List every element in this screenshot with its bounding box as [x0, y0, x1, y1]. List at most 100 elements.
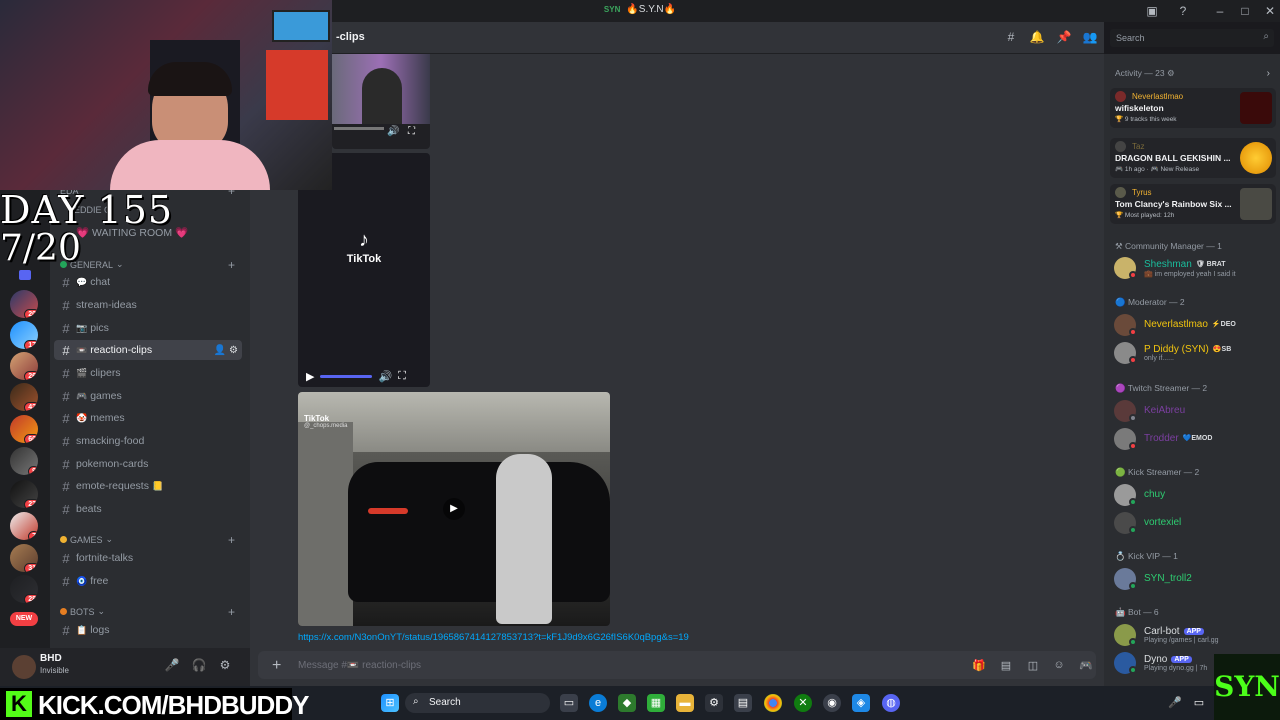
activity-card[interactable]: Neverlastlmao wifiskeleton 🏆 9 tracks th…	[1110, 88, 1276, 128]
taskbar-search[interactable]: ⌕ Search	[405, 693, 550, 713]
member-item[interactable]: Neverlastlmao ⚡DEO	[1114, 313, 1274, 337]
channel-smacking-food[interactable]: # smacking-food	[54, 431, 242, 451]
search-input[interactable]: Search ⌕	[1110, 29, 1274, 47]
server-badge: 17	[24, 340, 38, 349]
server-icon[interactable]: 42	[10, 383, 38, 411]
video-embed-partial[interactable]: 🔊 ⛶	[332, 54, 430, 149]
channel-reaction-clips[interactable]: # 📼 reaction-clips 👤 ⚙	[54, 340, 242, 360]
display-icon[interactable]: ▭	[1190, 694, 1208, 712]
discord-icon[interactable]: ◍	[882, 694, 900, 712]
file-explorer-icon[interactable]: ▬	[676, 694, 694, 712]
member-item[interactable]: chuy	[1114, 483, 1274, 507]
member-list-icon[interactable]: 👥	[1082, 30, 1098, 46]
xbox-icon[interactable]: ✕	[794, 694, 812, 712]
message-list[interactable]: 🔊 ⛶ ♪ TikTok ▶ 🔊 ⛶ TikTok @_chops.media …	[250, 54, 1104, 648]
server-icon[interactable]: 60	[10, 415, 38, 443]
progress-bar[interactable]	[334, 127, 384, 130]
emoji-icon[interactable]: ☺	[1052, 659, 1066, 673]
edge-icon[interactable]: e	[589, 694, 607, 712]
gear-icon[interactable]: ⚙	[229, 345, 238, 356]
add-channel-icon[interactable]: +	[228, 258, 235, 272]
server-icon[interactable]: 22	[10, 480, 38, 508]
fullscreen-icon[interactable]: ⛶	[398, 370, 406, 383]
channel-fortnite-talks[interactable]: # fortnite-talks	[54, 548, 242, 568]
volume-icon[interactable]: 🔊	[378, 370, 392, 383]
gif-icon[interactable]: ▤	[999, 659, 1013, 673]
gear-icon[interactable]: ⚙	[1167, 68, 1175, 78]
chrome-icon[interactable]	[764, 694, 782, 712]
windows-start-icon[interactable]: ⊞	[381, 694, 399, 712]
sticker-icon[interactable]: ◫	[1026, 659, 1040, 673]
server-icon[interactable]: 7	[10, 512, 38, 540]
channel-emoji: 💬	[76, 276, 88, 287]
add-attachment-icon[interactable]: +	[272, 657, 281, 675]
microphone-icon[interactable]: 🎤	[1166, 694, 1184, 712]
pin-icon[interactable]: 📌	[1056, 30, 1072, 46]
username[interactable]: BHD	[40, 653, 62, 664]
fullscreen-icon[interactable]: ⛶	[408, 126, 415, 137]
channel-logs[interactable]: # 📋 logs	[54, 620, 242, 640]
gift-icon[interactable]: 🎁	[972, 659, 986, 673]
discord-app: SYN 🔥S.Y.N🔥 ▣ ? – □ ✕ 20 17 26 42 60 9 22…	[0, 0, 1280, 720]
inbox-icon[interactable]: ▣	[1144, 3, 1160, 19]
chevron-right-icon[interactable]: ›	[1267, 68, 1270, 79]
channel-memes[interactable]: # 🤡 memes	[54, 408, 242, 428]
video-embed[interactable]: TikTok @_chops.media ▶	[298, 392, 610, 626]
server-icon[interactable]: 31	[10, 544, 38, 572]
play-icon[interactable]: ▶	[306, 370, 314, 383]
member-item[interactable]: KeiAbreu	[1114, 399, 1274, 423]
volume-icon[interactable]: 🔊	[387, 126, 399, 137]
activity-card[interactable]: Taz DRAGON BALL GEKISHIN ... 🎮 1h ago · …	[1110, 138, 1276, 178]
member-item[interactable]: Carl-bot APP Playing /games | carl.gg	[1114, 623, 1274, 647]
close-button[interactable]: ✕	[1262, 3, 1278, 19]
category-bots[interactable]: BOTS ⌄ +	[60, 605, 235, 619]
channel-chat[interactable]: # 💬 chat	[54, 272, 242, 292]
nvidia-icon[interactable]: ◆	[618, 694, 636, 712]
add-channel-icon[interactable]: +	[228, 605, 235, 619]
settings-gear-icon[interactable]: ⚙	[705, 694, 723, 712]
server-icon[interactable]: 20	[10, 290, 38, 318]
play-button[interactable]: ▶	[443, 498, 465, 520]
role-header: 💍 Kick VIP — 1	[1115, 551, 1178, 561]
channel-free[interactable]: # 🧿 free	[54, 571, 242, 591]
server-icon[interactable]: 26	[10, 352, 38, 380]
channel-pics[interactable]: # 📷 pics	[54, 318, 242, 338]
obs-icon[interactable]: ◉	[823, 694, 841, 712]
member-item[interactable]: SYN_troll2	[1114, 567, 1274, 591]
server-icon[interactable]: 9	[10, 447, 38, 475]
message-input[interactable]: + Message #📼 reaction-clips 🎁 ▤ ◫ ☺ 🎮	[258, 651, 1096, 679]
threads-icon[interactable]: #	[1003, 30, 1019, 46]
spreadsheet-icon[interactable]: ▦	[647, 694, 665, 712]
gear-icon[interactable]: ⚙	[217, 658, 233, 674]
member-item[interactable]: vortexiel	[1114, 511, 1274, 535]
category-games[interactable]: GAMES ⌄ +	[60, 533, 235, 547]
store-icon[interactable]: ▤	[734, 694, 752, 712]
avatar[interactable]	[12, 655, 36, 679]
channel-emote-requests[interactable]: # emote-requests 📒	[54, 476, 242, 496]
maximize-button[interactable]: □	[1237, 3, 1253, 19]
channel-stream-ideas[interactable]: # stream-ideas	[54, 295, 242, 315]
add-channel-icon[interactable]: +	[228, 533, 235, 547]
message-link[interactable]: https://x.com/N3onOnYT/status/1965867414…	[298, 632, 689, 643]
minimize-button[interactable]: –	[1212, 3, 1228, 19]
server-icon[interactable]: 17	[10, 321, 38, 349]
channel-pokemon-cards[interactable]: # pokemon-cards	[54, 454, 242, 474]
app-icon[interactable]: ◈	[852, 694, 870, 712]
channel-beats[interactable]: # beats	[54, 499, 242, 519]
apps-icon[interactable]: 🎮	[1079, 659, 1093, 673]
member-item[interactable]: P Diddy (SYN) 😍SB only if......	[1114, 341, 1274, 365]
microphone-icon[interactable]: 🎤	[164, 658, 180, 674]
channel-games[interactable]: # 🎮 games	[54, 386, 242, 406]
member-item[interactable]: Sheshman 🛡 BRAT 💼 im employed yeah I said…	[1114, 256, 1274, 280]
volume-slider[interactable]	[320, 374, 373, 378]
headphones-icon[interactable]: 🎧	[191, 658, 207, 674]
rainbow-six-icon	[1240, 188, 1272, 220]
task-view-icon[interactable]: ▭	[560, 694, 578, 712]
server-icon[interactable]: 28	[10, 575, 38, 603]
activity-card[interactable]: Tyrus Tom Clancy's Rainbow Six ... 🏆 Mos…	[1110, 184, 1276, 224]
channel-clipers[interactable]: # 🎬 clipers	[54, 363, 242, 383]
member-item[interactable]: Trodder 💙EMOD	[1114, 427, 1274, 451]
help-icon[interactable]: ?	[1175, 3, 1191, 19]
invite-icon[interactable]: 👤	[214, 345, 226, 356]
bell-icon[interactable]: 🔔	[1029, 30, 1045, 46]
